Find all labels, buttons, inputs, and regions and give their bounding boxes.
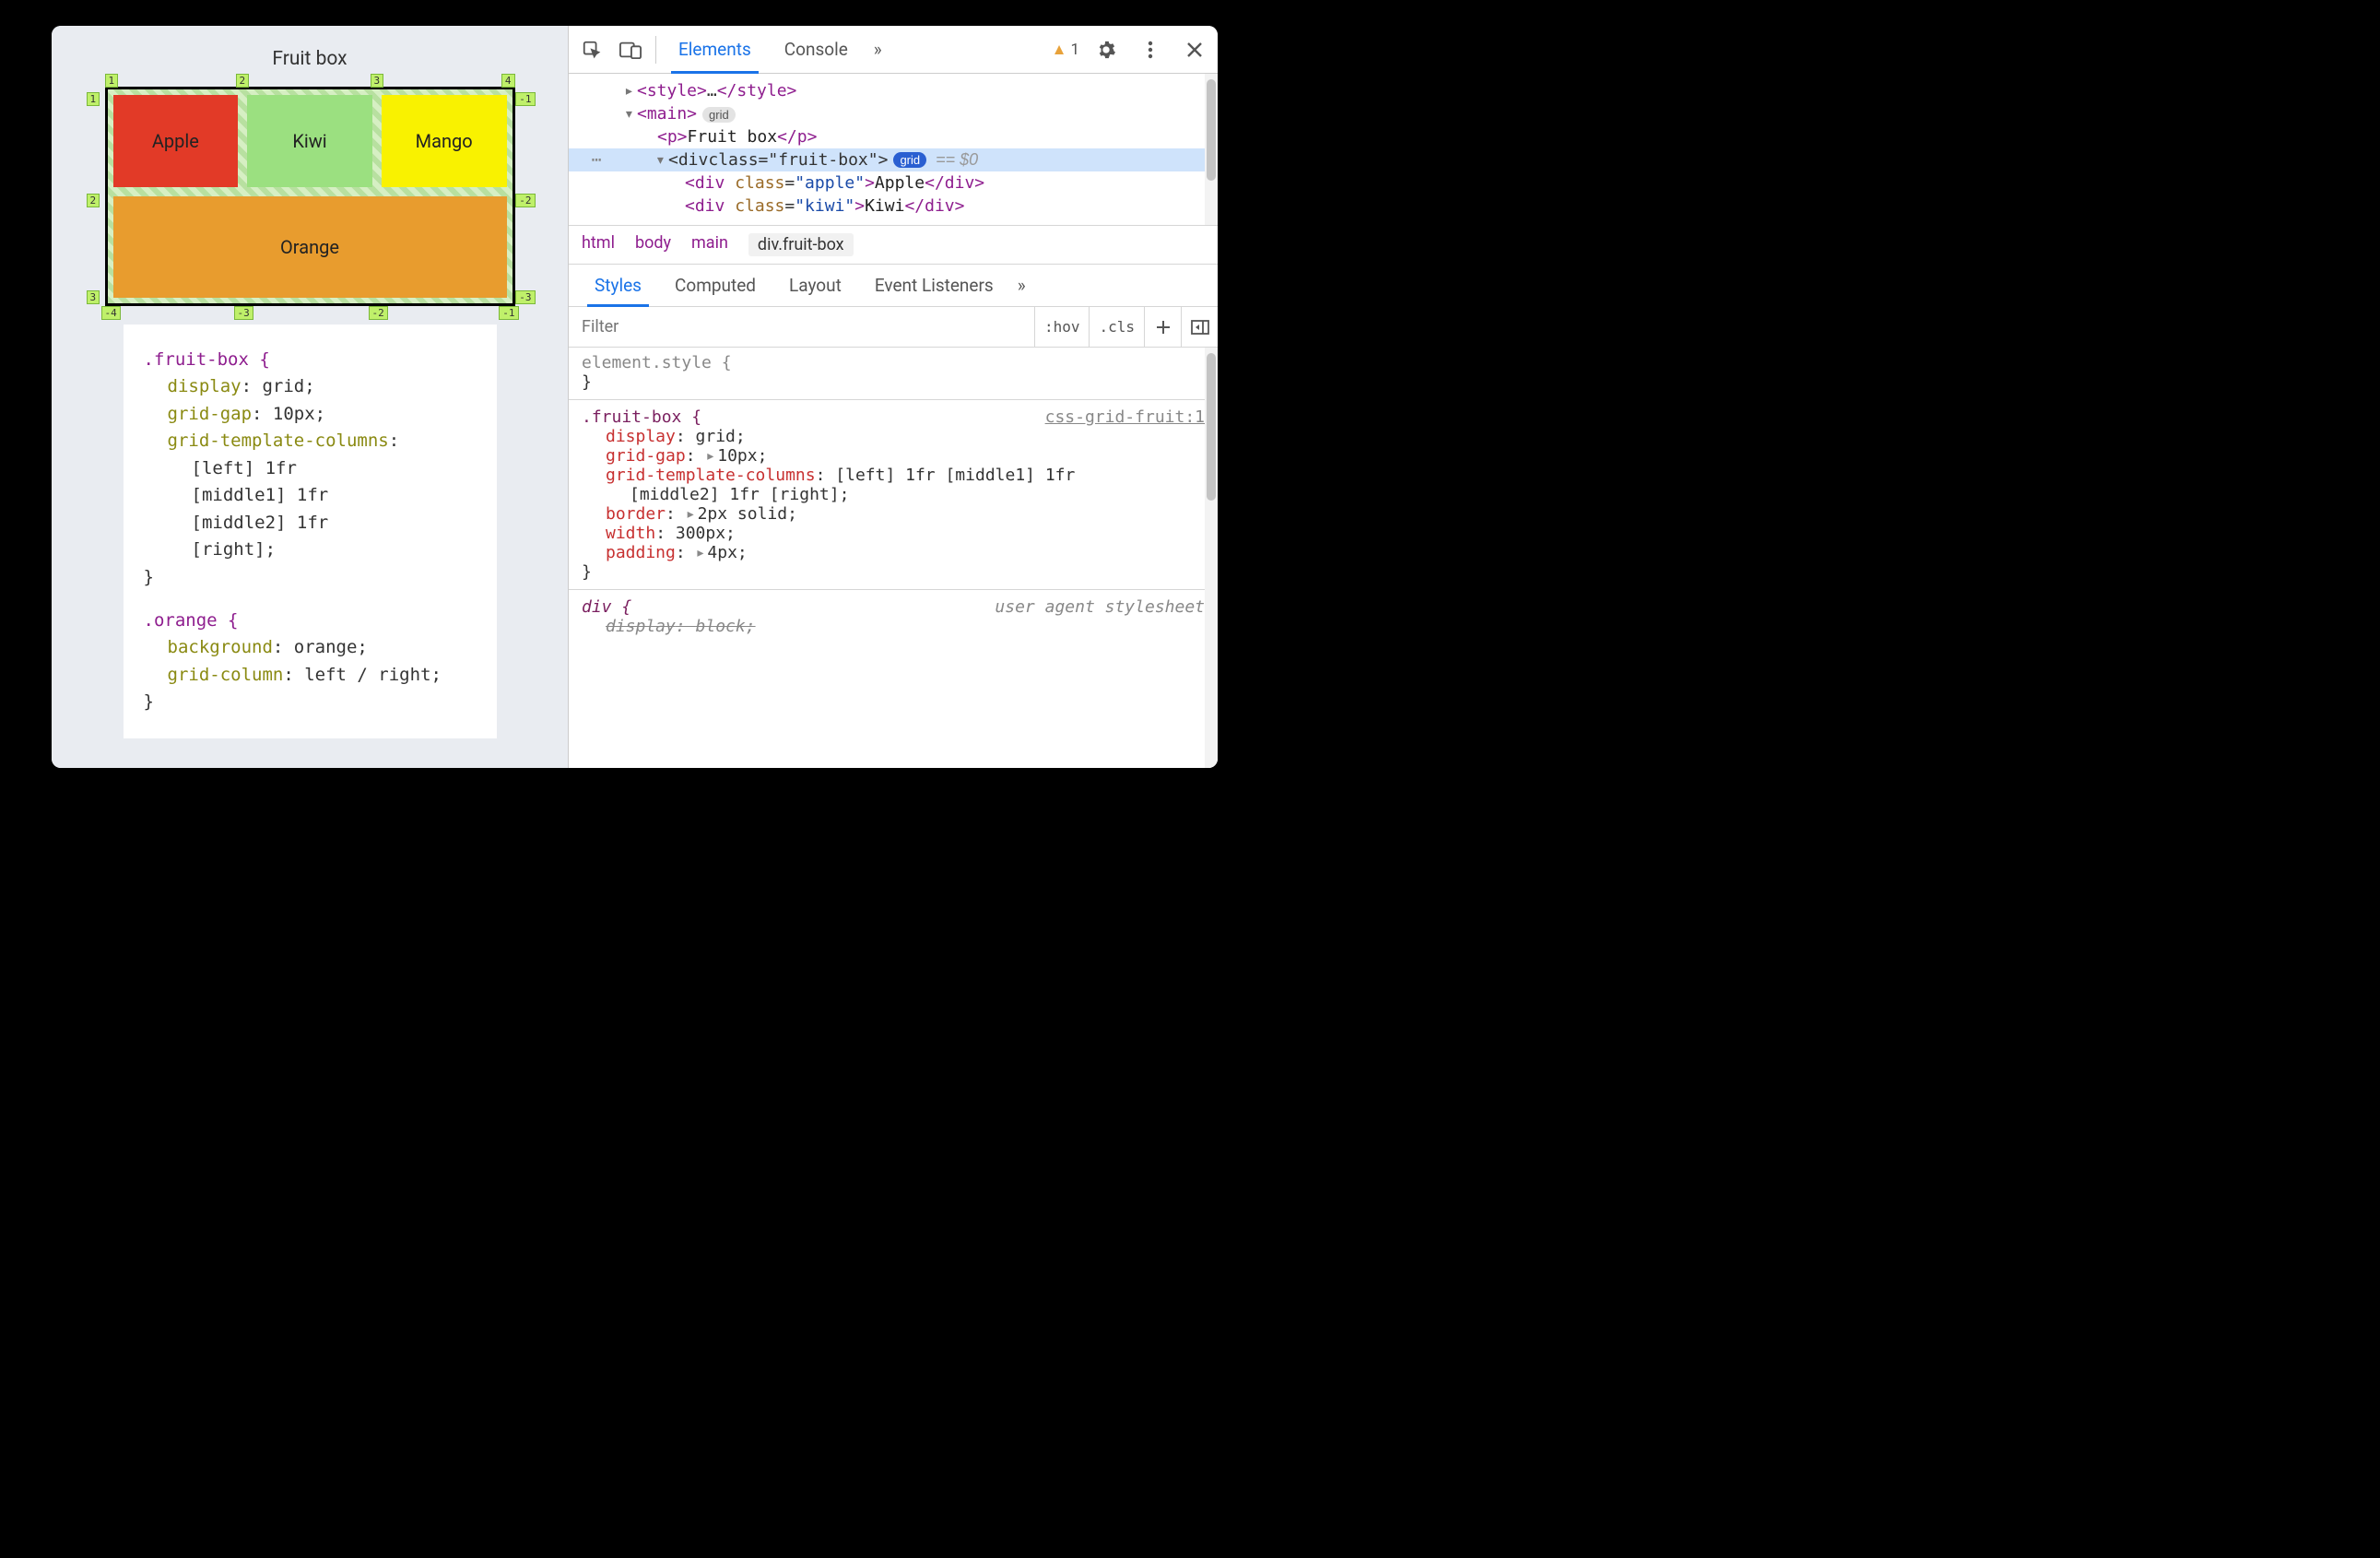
tab-elements[interactable]: Elements: [664, 26, 766, 73]
scrollbar[interactable]: [1205, 74, 1218, 225]
tab-event-listeners[interactable]: Event Listeners: [858, 265, 1010, 306]
hov-toggle[interactable]: :hov: [1034, 307, 1090, 347]
scrollbar[interactable]: [1205, 348, 1218, 768]
element-style-rule[interactable]: element.style {: [582, 353, 1205, 372]
toggle-sidebar-icon[interactable]: [1181, 307, 1218, 347]
new-style-rule-button[interactable]: [1144, 307, 1181, 347]
tab-styles[interactable]: Styles: [578, 265, 658, 306]
ellipsis-icon[interactable]: ⋯: [578, 150, 615, 170]
devtools-tab-bar: Elements Console » ▲ 1: [569, 26, 1218, 74]
grid-col-label: 2: [236, 74, 250, 88]
grid-col-label: 4: [501, 74, 515, 88]
grid-row-label: 2: [87, 194, 100, 207]
breadcrumb-item[interactable]: body: [635, 233, 671, 256]
dom-node[interactable]: ▾<main>grid: [569, 102, 1218, 125]
warning-icon: ▲: [1052, 41, 1067, 59]
devtools-panel: Elements Console » ▲ 1 ▸<st: [568, 26, 1218, 768]
code-selector: .fruit-box {: [144, 349, 270, 370]
grid-col-label: -1: [499, 306, 518, 320]
cls-toggle[interactable]: .cls: [1089, 307, 1144, 347]
dom-node[interactable]: <div class="apple">Apple</div>: [569, 171, 1218, 195]
grid-cell-orange[interactable]: Orange: [113, 196, 507, 298]
grid-badge[interactable]: grid: [702, 107, 736, 123]
dom-node-selected[interactable]: ⋯ ▾<div class="fruit-box">grid== $0: [569, 148, 1218, 171]
code-snippet: .fruit-box { display: grid; grid-gap: 10…: [124, 325, 497, 738]
css-rule[interactable]: css-grid-fruit:1 .fruit-box {: [582, 407, 1205, 427]
styles-tabs-overflow[interactable]: »: [1010, 265, 1033, 306]
grid-row-label: -1: [515, 92, 535, 106]
grid-col-label: -3: [234, 306, 253, 320]
styles-filter-input[interactable]: [569, 317, 1034, 336]
grid-row-label: -2: [515, 194, 535, 207]
grid-row-label: 3: [87, 290, 100, 304]
styles-tab-bar: Styles Computed Layout Event Listeners »: [569, 265, 1218, 307]
breadcrumb-item[interactable]: html: [582, 233, 615, 256]
dom-node[interactable]: ▸<style>…</style>: [569, 79, 1218, 102]
grid-col-label: 1: [105, 74, 119, 88]
tab-computed[interactable]: Computed: [658, 265, 772, 306]
warnings-badge[interactable]: ▲ 1: [1052, 41, 1079, 59]
css-rule-ua[interactable]: user agent stylesheet div {: [582, 597, 1205, 617]
kebab-menu-icon[interactable]: [1133, 32, 1168, 67]
grid-overlay-wrap: 1 2 3 4 1 -1 2 -2 3 -3 -4 -3 -2 -1 Apple…: [105, 87, 515, 306]
styles-rules[interactable]: element.style { } css-grid-fruit:1 .frui…: [569, 348, 1218, 768]
rule-source-ua: user agent stylesheet: [995, 597, 1205, 617]
tabs-overflow-button[interactable]: »: [866, 26, 890, 73]
tab-console[interactable]: Console: [770, 26, 863, 73]
close-devtools-button[interactable]: [1177, 32, 1212, 67]
breadcrumb-item-active[interactable]: div.fruit-box: [748, 233, 854, 256]
tab-layout[interactable]: Layout: [772, 265, 858, 306]
grid-col-label: -4: [101, 306, 121, 320]
app-window: Fruit box 1 2 3 4 1 -1 2 -2 3 -3 -4 -3 -…: [52, 26, 1218, 768]
dom-node[interactable]: <p>Fruit box</p>: [569, 125, 1218, 148]
grid-cell-mango[interactable]: Mango: [382, 95, 507, 187]
grid-cell-apple[interactable]: Apple: [113, 95, 239, 187]
rule-source-link[interactable]: css-grid-fruit:1: [1045, 407, 1205, 427]
grid-row-label: -3: [515, 290, 535, 304]
grid-cell-kiwi[interactable]: Kiwi: [247, 95, 372, 187]
dom-breadcrumb: html body main div.fruit-box: [569, 225, 1218, 265]
inspect-element-icon[interactable]: [574, 32, 609, 67]
grid-col-label: 3: [371, 74, 384, 88]
page-preview-pane: Fruit box 1 2 3 4 1 -1 2 -2 3 -3 -4 -3 -…: [52, 26, 568, 768]
page-title: Fruit box: [272, 48, 347, 70]
fruit-box-grid[interactable]: Apple Kiwi Mango Orange: [105, 87, 515, 306]
dom-node[interactable]: <div class="kiwi">Kiwi</div>: [569, 195, 1218, 218]
grid-col-label: -2: [369, 306, 388, 320]
code-selector: .orange {: [144, 610, 239, 631]
styles-filter-row: :hov .cls: [569, 307, 1218, 348]
grid-row-label: 1: [87, 92, 100, 106]
dom-tree[interactable]: ▸<style>…</style> ▾<main>grid <p>Fruit b…: [569, 74, 1218, 225]
breadcrumb-item[interactable]: main: [691, 233, 728, 256]
settings-button[interactable]: [1089, 32, 1124, 67]
grid-badge-active[interactable]: grid: [893, 152, 926, 168]
device-toolbar-icon[interactable]: [613, 32, 648, 67]
